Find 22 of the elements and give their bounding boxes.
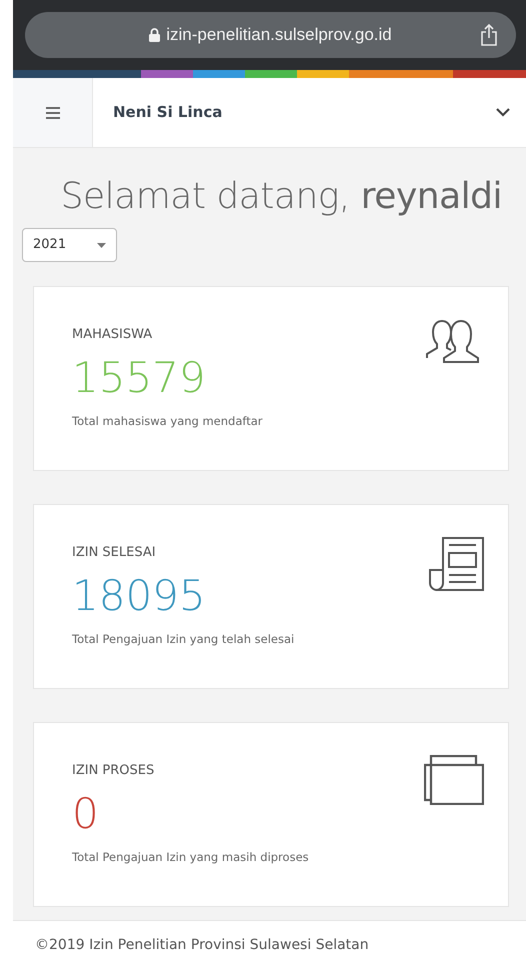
stat-caption: Total Pengajuan Izin yang telah selesai [72, 630, 296, 648]
stat-value: 15579 [72, 352, 207, 403]
share-icon[interactable] [480, 23, 498, 47]
stat-caption: Total mahasiswa yang mendaftar [72, 412, 264, 430]
stat-title: IZIN PROSES [72, 762, 156, 780]
menu-icon[interactable] [46, 106, 60, 118]
stat-title: IZIN SELESAI [72, 544, 157, 562]
address-bar[interactable]: izin-penelitian.sulselprov.go.id [25, 12, 516, 58]
user-name[interactable]: Neni Si Linca [113, 101, 222, 124]
newspaper-icon [429, 537, 484, 593]
stat-value: 18095 [72, 570, 207, 621]
windows-icon [424, 755, 484, 805]
welcome-heading: Selamat datang, reynaldi [60, 176, 502, 217]
url-text: izin-penelitian.sulselprov.go.id [166, 24, 392, 46]
stat-value: 0 [72, 788, 100, 839]
caret-icon [97, 242, 106, 248]
lock-icon [149, 28, 160, 42]
year-select[interactable]: 2021 [22, 228, 117, 262]
stat-caption: Total Pengajuan Izin yang masih diproses [72, 848, 310, 866]
chevron-down-icon[interactable] [496, 108, 510, 117]
footer-text: ©2019 Izin Penelitian Provinsi Sulawesi Selatan [35, 937, 369, 953]
stat-title: MAHASISWA [72, 326, 154, 344]
